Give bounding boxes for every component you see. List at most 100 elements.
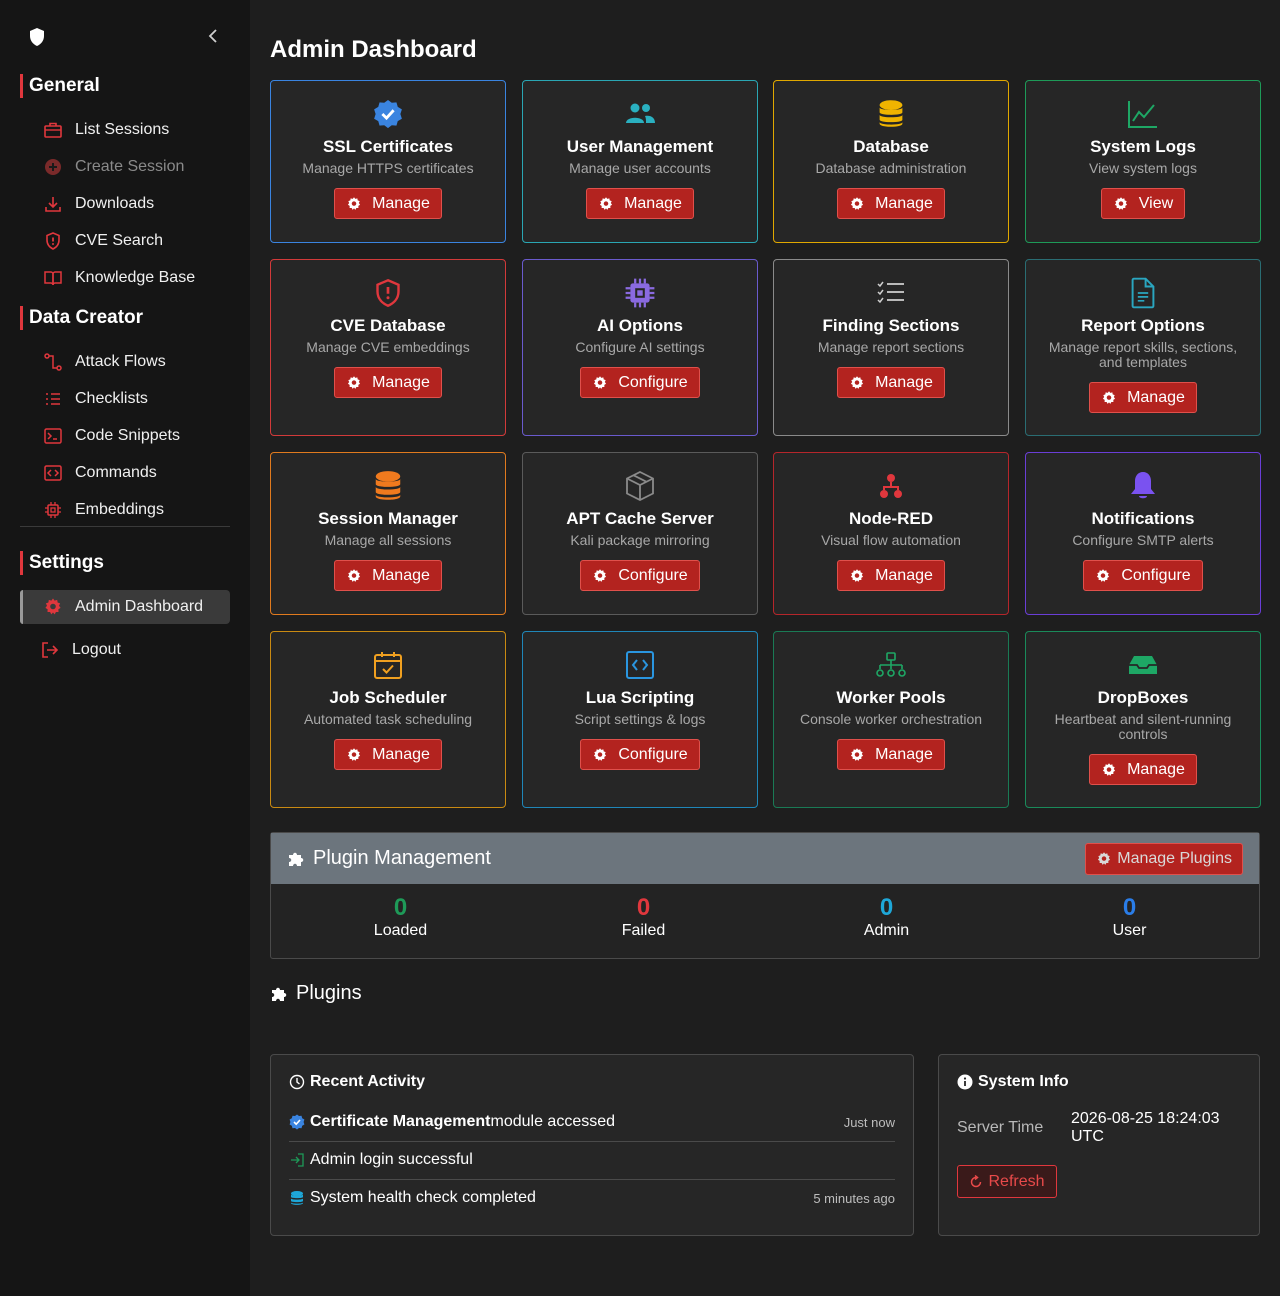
sidebar-item-label: Checklists [75, 390, 148, 407]
nodes-icon [878, 469, 904, 503]
sidebar-item-logout[interactable]: Logout [20, 633, 230, 667]
card-title: Report Options [1081, 316, 1205, 335]
worker-pools-manage-button[interactable]: Manage [837, 739, 945, 770]
download-icon [42, 193, 64, 215]
shield-logo-icon [30, 28, 44, 46]
plus-circle-icon [42, 156, 64, 178]
list-check-icon [876, 276, 906, 310]
sidebar-item-checklists[interactable]: Checklists [20, 382, 230, 416]
sidebar-item-label: CVE Search [75, 232, 164, 249]
lua-scripting-configure-button[interactable]: Configure [580, 739, 700, 770]
system-info-panel: System Info Server Time 2026-08-25 18:24… [938, 1054, 1260, 1236]
card-finding-sections: Finding Sections Manage report sections Ma… [773, 259, 1009, 436]
refresh-icon [971, 1174, 982, 1187]
card-apt-cache-server: APT Cache Server Kali package mirroring Co… [522, 452, 758, 615]
calendar-check-icon [373, 648, 403, 682]
card-title: Job Scheduler [329, 688, 447, 707]
card-worker-pools: Worker Pools Console worker orchestration… [773, 631, 1009, 808]
chevron-left-icon[interactable] [204, 26, 222, 46]
code-icon [42, 462, 64, 484]
stat-loaded-label: Loaded [373, 922, 428, 939]
sidebar-item-label: Admin Dashboard [75, 598, 204, 615]
card-title: System Logs [1090, 137, 1196, 156]
node-red-manage-button[interactable]: Manage [837, 560, 945, 591]
plugin-management-panel: Plugin Management Manage Plugins 0 Loade… [270, 832, 1260, 959]
sidebar-item-downloads[interactable]: Downloads [20, 187, 230, 221]
refresh-button[interactable]: Refresh [957, 1165, 1057, 1198]
sidebar-item-embeddings[interactable]: Embeddings [20, 493, 230, 527]
session-manager-manage-button[interactable]: Manage [334, 560, 442, 591]
card-description: Manage report sections [817, 339, 965, 355]
apt-cache-server-configure-button[interactable]: Configure [580, 560, 700, 591]
ssl-certificates-manage-button[interactable]: Manage [334, 188, 442, 219]
button-label: Manage [875, 745, 933, 763]
cve-database-manage-button[interactable]: Manage [334, 367, 442, 398]
sidebar-item-cve-search[interactable]: CVE Search [20, 224, 230, 258]
card-ai-options: AI Options Configure AI settings Configure [522, 259, 758, 436]
shield-alert-icon [373, 276, 403, 310]
ai-options-configure-button[interactable]: Configure [580, 367, 700, 398]
database-manage-button[interactable]: Manage [837, 188, 945, 219]
button-label: View [1138, 194, 1174, 212]
book-open-icon [42, 267, 64, 289]
gear-icon [592, 375, 613, 391]
manage-plugins-label: Manage Plugins [1117, 850, 1232, 867]
card-ssl-certificates: SSL Certificates Manage HTTPS certificate… [270, 80, 506, 243]
sidebar-item-admin-dashboard[interactable]: Admin Dashboard [20, 590, 230, 624]
activity-time: 5 minutes ago [813, 1190, 895, 1206]
badge-check-icon [289, 1114, 305, 1130]
card-title: Finding Sections [822, 316, 960, 335]
card-title: Node-RED [848, 509, 934, 528]
package-icon [624, 469, 656, 503]
notifications-configure-button[interactable]: Configure [1083, 560, 1203, 591]
stat-admin-value: 0 [879, 894, 894, 921]
sidebar-item-knowledge-base[interactable]: Knowledge Base [20, 261, 230, 295]
card-description: Kali package mirroring [570, 532, 710, 548]
sidebar-item-create-session[interactable]: Create Session [20, 150, 230, 184]
recent-activity-title-label: Recent Activity [310, 1073, 425, 1090]
gear-icon [849, 375, 870, 391]
clock-icon [289, 1074, 305, 1090]
flow-icon [42, 351, 64, 373]
activity-text: System health check completed [310, 1189, 536, 1206]
system-logs-view-button[interactable]: View [1100, 188, 1186, 219]
gear-icon [849, 568, 870, 584]
plugins-title-label: Plugins [296, 982, 362, 1004]
card-job-scheduler: Job Scheduler Automated task scheduling Ma… [270, 631, 506, 808]
gear-icon [592, 568, 613, 584]
card-title: Session Manager [318, 509, 458, 528]
code-square-icon [625, 648, 655, 682]
card-description: Manage all sessions [324, 532, 452, 548]
activity-text: module accessed [490, 1113, 616, 1130]
gear-icon [849, 196, 870, 212]
puzzle-icon [289, 852, 304, 866]
user-management-manage-button[interactable]: Manage [586, 188, 694, 219]
card-description: Manage user accounts [569, 160, 711, 176]
card-description: Configure AI settings [575, 339, 705, 355]
section-general: General [20, 74, 100, 98]
card-description: Console worker orchestration [799, 711, 983, 727]
sidebar-item-code-snippets[interactable]: Code Snippets [20, 419, 230, 453]
sidebar-item-list-sessions[interactable]: List Sessions [20, 113, 230, 147]
sidebar-item-attack-flows[interactable]: Attack Flows [20, 345, 230, 379]
activity-bold: Certificate Management [310, 1113, 491, 1130]
card-description: Visual flow automation [821, 532, 961, 548]
sidebar-item-label: Embeddings [75, 501, 164, 518]
job-scheduler-manage-button[interactable]: Manage [334, 739, 442, 770]
card-title: DropBoxes [1097, 688, 1189, 707]
manage-plugins-button[interactable]: Manage Plugins [1085, 843, 1243, 875]
section-data-creator: Data Creator [20, 306, 143, 330]
stat-failed-value: 0 [636, 894, 651, 921]
report-options-manage-button[interactable]: Manage [1089, 382, 1197, 413]
chip-icon [42, 499, 64, 521]
card-description: Manage report skills, sections, and temp… [1048, 339, 1238, 370]
stat-admin: 0 Admin [765, 895, 1008, 940]
button-label: Manage [624, 194, 682, 212]
dropboxes-manage-button[interactable]: Manage [1089, 754, 1197, 785]
card-report-options: Report Options Manage report skills, sect… [1025, 259, 1261, 436]
sidebar-item-commands[interactable]: Commands [20, 456, 230, 490]
stat-loaded-value: 0 [393, 894, 408, 921]
finding-sections-manage-button[interactable]: Manage [837, 367, 945, 398]
bell-icon [1129, 469, 1157, 503]
gear-icon [346, 747, 367, 763]
